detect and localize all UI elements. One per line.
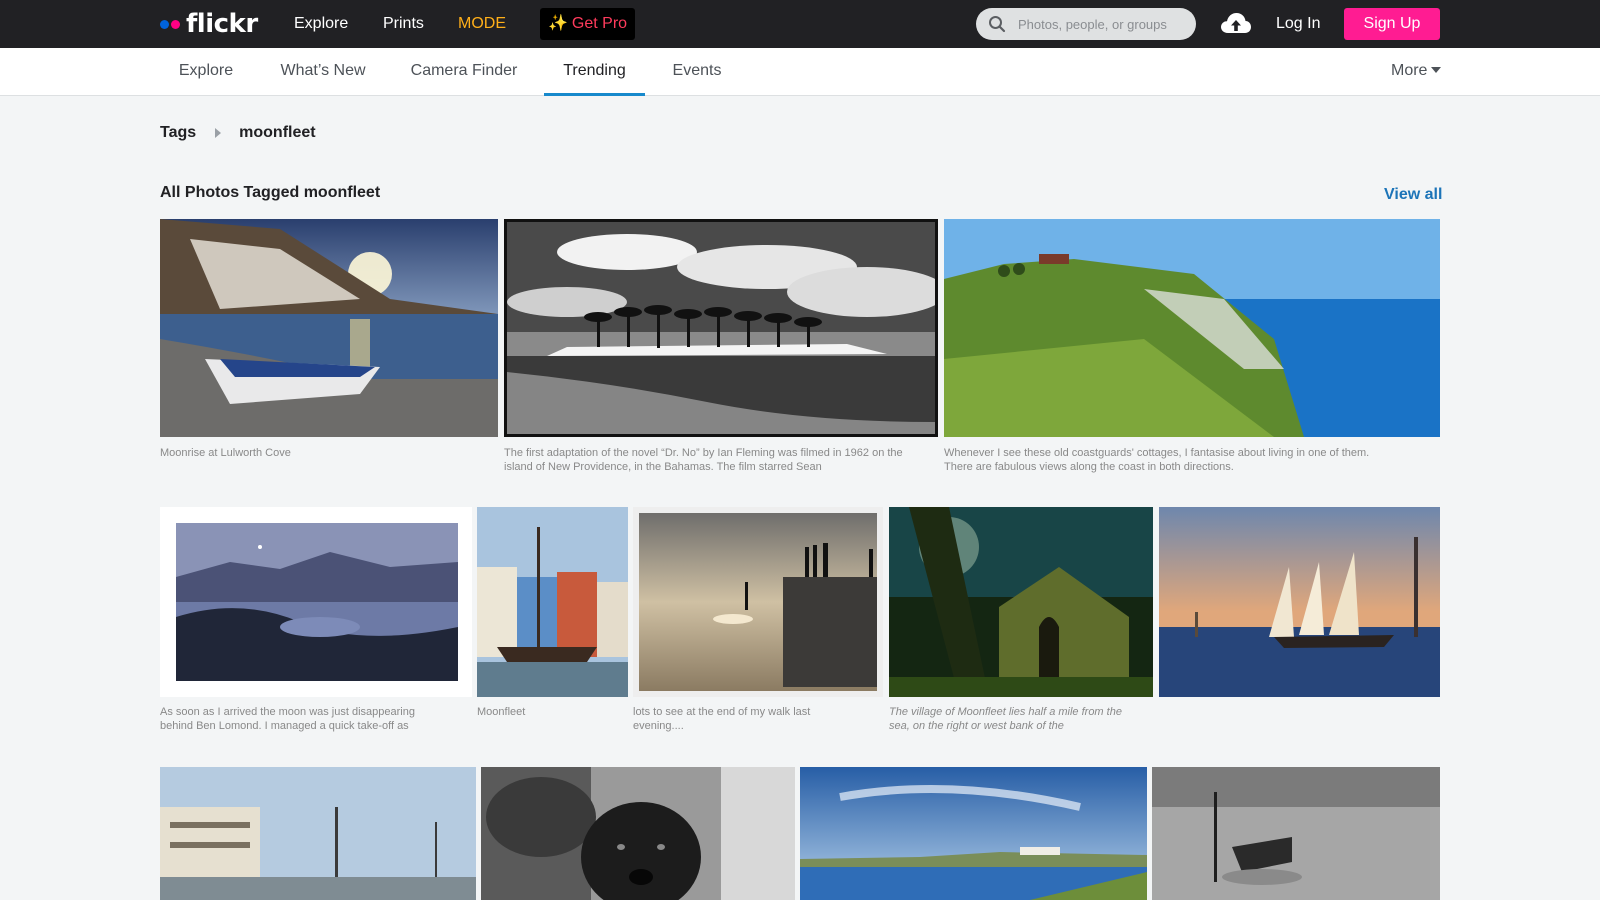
- photo-caption[interactable]: The village of Moonfleet lies half a mil…: [889, 705, 1139, 733]
- tab-camera-finder[interactable]: Camera Finder: [396, 48, 532, 96]
- photo-coastguard-cottages[interactable]: [944, 219, 1440, 437]
- sparkle-icon: ✨: [548, 15, 568, 32]
- photo-image: [160, 507, 472, 697]
- logo-pink-dot: [171, 19, 180, 29]
- photo-tall-ship[interactable]: [1159, 507, 1440, 697]
- photo-image: [160, 767, 476, 900]
- logo-wordmark: flickr: [186, 9, 258, 39]
- photo-caption[interactable]: lots to see at the end of my walk last e…: [633, 705, 853, 733]
- photo-image: [944, 219, 1440, 437]
- photo-moonfleet-harbour[interactable]: [477, 507, 628, 697]
- more-menu[interactable]: More: [1391, 48, 1442, 94]
- photo-caption[interactable]: Whenever I see these old coastguards' co…: [944, 446, 1384, 474]
- logo-blue-dot: [160, 19, 169, 29]
- photo-dog-boots[interactable]: [481, 767, 795, 900]
- upload-cloud-icon[interactable]: [1220, 11, 1252, 37]
- photo-rowing-boat-mono[interactable]: [1152, 767, 1440, 900]
- photo-image: [507, 222, 935, 434]
- breadcrumb: Tags moonfleet: [160, 124, 316, 142]
- photo-image: [1152, 767, 1440, 900]
- tab-explore[interactable]: Explore: [160, 48, 252, 96]
- tab-events[interactable]: Events: [657, 48, 737, 96]
- login-link[interactable]: Log In: [1276, 0, 1320, 48]
- more-label: More: [1391, 62, 1428, 79]
- photo-caption[interactable]: As soon as I arrived the moon was just d…: [160, 705, 450, 733]
- photo-image: [800, 767, 1147, 900]
- sub-navigation: Explore What’s New Camera Finder Trendin…: [0, 48, 1600, 96]
- photo-coastal-bay[interactable]: [800, 767, 1147, 900]
- photo-caption[interactable]: The first adaptation of the novel “Dr. N…: [504, 446, 904, 474]
- get-pro-button[interactable]: ✨ Get Pro: [540, 8, 636, 40]
- search-box[interactable]: [976, 8, 1196, 40]
- view-all-link[interactable]: View all: [1384, 186, 1442, 204]
- photo-caption[interactable]: Moonrise at Lulworth Cove: [160, 446, 498, 474]
- flickr-logo[interactable]: flickr: [160, 9, 258, 39]
- photo-image: [633, 507, 883, 697]
- get-pro-label: Get Pro: [571, 15, 628, 32]
- breadcrumb-current: moonfleet: [239, 124, 316, 141]
- tab-trending[interactable]: Trending: [544, 48, 645, 96]
- caret-down-icon: [1431, 67, 1442, 73]
- photo-end-of-walk[interactable]: [633, 507, 883, 697]
- search-icon: [989, 16, 1006, 33]
- chevron-right-icon: [215, 128, 222, 138]
- section-title: All Photos Tagged moonfleet: [160, 184, 381, 201]
- photo-moonfleet-church[interactable]: [889, 507, 1153, 697]
- signup-button[interactable]: Sign Up: [1344, 8, 1440, 40]
- photo-dr-no-island[interactable]: [504, 219, 938, 437]
- nav-prints[interactable]: Prints: [383, 0, 424, 48]
- photo-caption[interactable]: Moonfleet: [477, 705, 628, 733]
- photo-lulworth-cove[interactable]: [160, 219, 498, 437]
- search-input[interactable]: [1018, 8, 1188, 40]
- photo-image: [1159, 507, 1440, 697]
- photo-image: [481, 767, 795, 900]
- photo-image: [889, 507, 1153, 697]
- photo-ben-lomond[interactable]: [160, 507, 472, 697]
- nav-explore[interactable]: Explore: [294, 0, 348, 48]
- photo-image: [160, 219, 498, 437]
- photo-harbour-flats[interactable]: [160, 767, 476, 900]
- nav-mode[interactable]: MODE: [458, 0, 506, 48]
- tab-whats-new[interactable]: What’s New: [262, 48, 384, 96]
- top-bar: flickr Explore Prints MODE ✨Get Pro Log …: [0, 0, 1600, 48]
- breadcrumb-tags[interactable]: Tags: [160, 124, 196, 142]
- photo-image: [477, 507, 628, 697]
